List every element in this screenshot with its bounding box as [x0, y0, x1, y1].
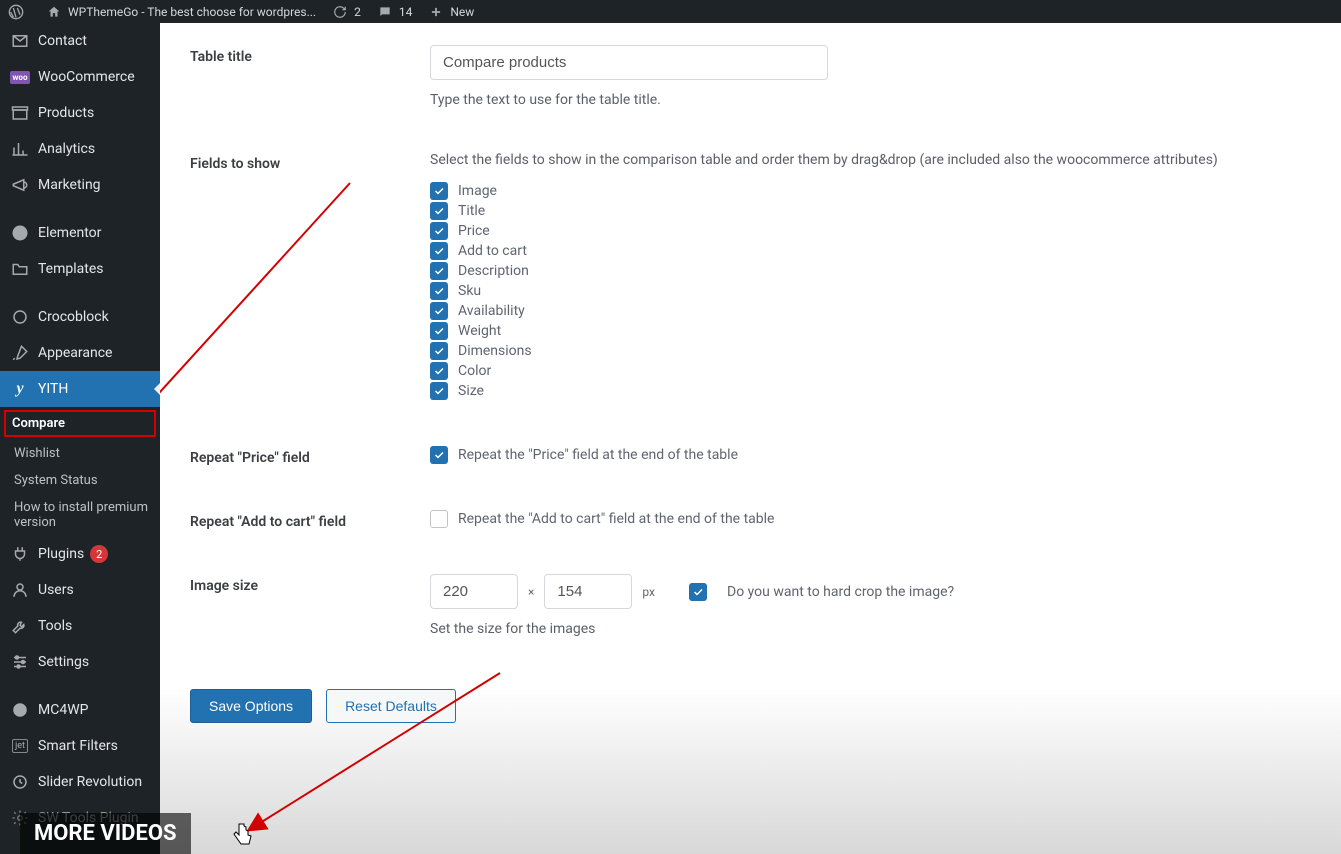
- menu-marketing[interactable]: Marketing: [0, 167, 160, 203]
- fields-label: Fields to show: [190, 152, 430, 402]
- menu-elementor[interactable]: Elementor: [0, 215, 160, 251]
- menu-crocoblock[interactable]: Crocoblock: [0, 299, 160, 335]
- menu-smart-filters[interactable]: jet Smart Filters: [0, 728, 160, 764]
- chart-icon: [10, 139, 30, 159]
- table-title-label: Table title: [190, 45, 430, 108]
- site-link[interactable]: WPThemeGo - The best choose for wordpres…: [46, 4, 316, 20]
- comment-icon: [377, 4, 393, 20]
- checkbox-weight[interactable]: [430, 322, 448, 340]
- checkbox-sku[interactable]: [430, 282, 448, 300]
- refresh-icon: [332, 4, 348, 20]
- site-title: WPThemeGo - The best choose for wordpres…: [68, 5, 316, 19]
- updates-link[interactable]: 2: [332, 4, 361, 20]
- wrench-icon: [10, 616, 30, 636]
- submenu-compare[interactable]: Compare: [4, 410, 156, 437]
- menu-appearance[interactable]: Appearance: [0, 335, 160, 371]
- image-height-input[interactable]: [544, 574, 632, 609]
- reset-button[interactable]: Reset Defaults: [326, 689, 456, 723]
- menu-analytics[interactable]: Analytics: [0, 131, 160, 167]
- folder-icon: [10, 259, 30, 279]
- filter-icon: jet: [10, 736, 30, 756]
- new-label: New: [450, 5, 474, 19]
- checkbox-repeat-price[interactable]: [430, 446, 448, 464]
- checkbox-image[interactable]: [430, 182, 448, 200]
- checkbox-availability[interactable]: [430, 302, 448, 320]
- image-width-input[interactable]: [430, 574, 518, 609]
- image-size-label: Image size: [190, 574, 430, 637]
- image-size-help: Set the size for the images: [430, 621, 1311, 637]
- checkbox-hardcrop[interactable]: [689, 583, 707, 601]
- menu-slider-revolution[interactable]: Slider Revolution: [0, 764, 160, 800]
- wordpress-icon: [8, 4, 24, 20]
- mail-icon: [10, 31, 30, 51]
- archive-icon: [10, 103, 30, 123]
- menu-mc4wp[interactable]: MC4WP: [0, 692, 160, 728]
- brush-icon: [10, 343, 30, 363]
- menu-plugins[interactable]: Plugins 2: [0, 536, 160, 572]
- checkbox-color[interactable]: [430, 362, 448, 380]
- wp-logo[interactable]: [8, 4, 30, 20]
- settings-panel: Table title Type the text to use for the…: [160, 23, 1341, 854]
- yith-icon: y: [10, 379, 30, 399]
- menu-products[interactable]: Products: [0, 95, 160, 131]
- menu-contact[interactable]: Contact: [0, 23, 160, 59]
- checkbox-addtocart[interactable]: [430, 242, 448, 260]
- checkbox-repeat-cart[interactable]: [430, 510, 448, 528]
- repeat-price-label: Repeat "Price" field: [190, 446, 430, 466]
- menu-woocommerce[interactable]: woo WooCommerce: [0, 59, 160, 95]
- plus-icon: [428, 4, 444, 20]
- admin-bar: WPThemeGo - The best choose for wordpres…: [0, 0, 1341, 23]
- new-link[interactable]: New: [428, 4, 474, 20]
- plug-icon: [10, 544, 30, 564]
- checkbox-dimensions[interactable]: [430, 342, 448, 360]
- menu-users[interactable]: Users: [0, 572, 160, 608]
- table-title-input[interactable]: [430, 45, 828, 80]
- home-icon: [46, 4, 62, 20]
- repeat-cart-label: Repeat "Add to cart" field: [190, 510, 430, 530]
- plugins-badge: 2: [90, 545, 108, 563]
- menu-settings[interactable]: Settings: [0, 644, 160, 680]
- fields-help: Select the fields to show in the compari…: [430, 152, 1311, 168]
- woo-icon: woo: [10, 67, 30, 87]
- comments-link[interactable]: 14: [377, 4, 413, 20]
- submenu-wishlist[interactable]: Wishlist: [0, 440, 160, 467]
- cursor-icon: [232, 822, 254, 848]
- checkbox-size[interactable]: [430, 382, 448, 400]
- submenu-howto[interactable]: How to install premium version: [0, 494, 160, 536]
- admin-sidebar: Contact woo WooCommerce Products Analyti…: [0, 23, 160, 854]
- menu-templates[interactable]: Templates: [0, 251, 160, 287]
- submenu-system-status[interactable]: System Status: [0, 467, 160, 494]
- save-button[interactable]: Save Options: [190, 689, 312, 723]
- more-videos-overlay[interactable]: MORE VIDEOS: [20, 813, 191, 854]
- checkbox-title[interactable]: [430, 202, 448, 220]
- px-label: px: [642, 585, 655, 599]
- comments-count: 14: [399, 5, 413, 19]
- megaphone-icon: [10, 175, 30, 195]
- hardcrop-label: Do you want to hard crop the image?: [727, 584, 954, 600]
- times-label: ×: [528, 585, 534, 599]
- checkbox-description[interactable]: [430, 262, 448, 280]
- updates-count: 2: [354, 5, 361, 19]
- checkbox-price[interactable]: [430, 222, 448, 240]
- mc4wp-icon: [10, 700, 30, 720]
- slider-icon: [10, 772, 30, 792]
- menu-yith[interactable]: y YITH: [0, 371, 160, 407]
- croco-icon: [10, 307, 30, 327]
- sliders-icon: [10, 652, 30, 672]
- elementor-icon: [10, 223, 30, 243]
- table-title-help: Type the text to use for the table title…: [430, 92, 1311, 108]
- menu-tools[interactable]: Tools: [0, 608, 160, 644]
- user-icon: [10, 580, 30, 600]
